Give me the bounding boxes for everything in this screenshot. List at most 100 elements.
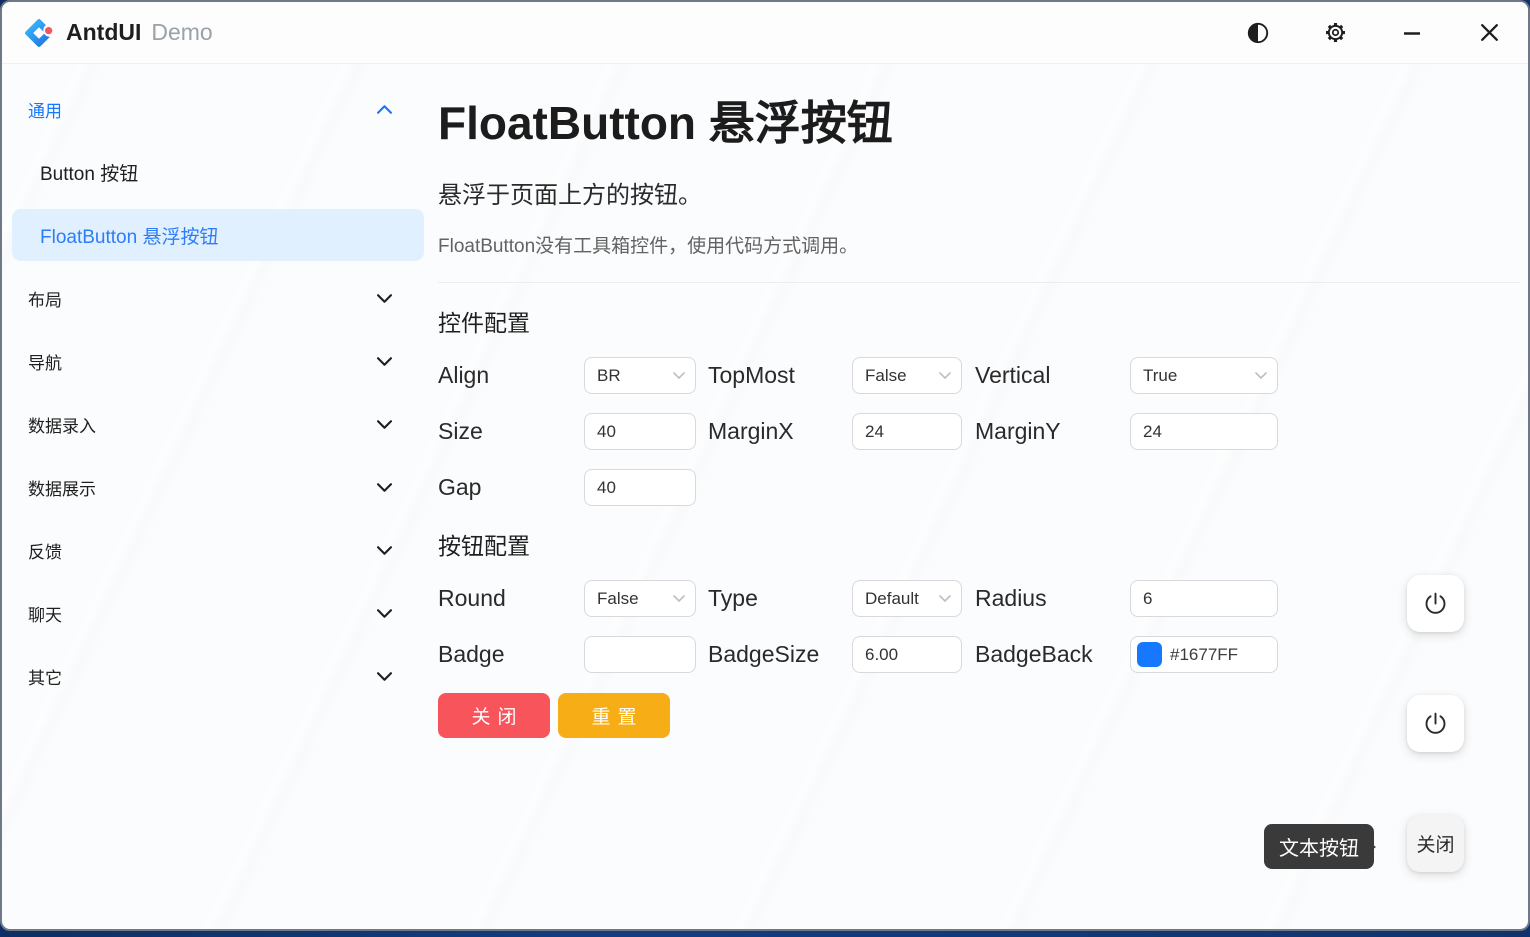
sidebar-group-data-entry[interactable]: 数据录入 [2,393,432,456]
round-select[interactable]: False [584,580,696,617]
chevron-down-icon [673,372,685,379]
page-title: FloatButton 悬浮按钮 [438,87,1528,153]
gap-label: Gap [438,474,584,501]
type-value: Default [865,589,919,609]
align-value: BR [597,366,621,386]
chevron-down-icon [377,672,392,681]
content: FloatButton 悬浮按钮 悬浮于页面上方的按钮。 FloatButton… [432,65,1528,929]
section-button-config: 按钮配置 [438,527,1528,561]
sidebar-group-layout[interactable]: 布局 [2,267,432,330]
page-note: FloatButton没有工具箱控件，使用代码方式调用。 [438,231,1528,258]
badgesize-label: BadgeSize [708,641,852,668]
size-label: Size [438,418,584,445]
sidebar-item-floatbutton[interactable]: FloatButton 悬浮按钮 [12,209,424,261]
chevron-up-icon [377,105,392,114]
chevron-down-icon [377,609,392,618]
type-label: Type [708,585,852,612]
half-circle-theme-icon [1246,21,1270,45]
titlebar-actions [1245,20,1502,46]
divider [438,282,1520,283]
chevron-down-icon [377,294,392,303]
settings-button[interactable] [1322,20,1348,46]
float-button-tooltip: 文本按钮 [1264,824,1374,869]
marginx-label: MarginX [708,418,852,445]
section-widget-config: 控件配置 [438,304,1528,338]
sidebar-group-data-display[interactable]: 数据展示 [2,456,432,519]
size-input[interactable] [584,413,696,450]
form-row: Size MarginX MarginY [438,413,1528,450]
sidebar-group-label: 其它 [28,664,62,689]
titlebar: AntdUI Demo [2,2,1528,64]
chevron-down-icon [377,483,392,492]
power-icon [1422,710,1449,737]
badge-label: Badge [438,641,584,668]
minimize-icon [1401,22,1423,44]
sidebar-group-other[interactable]: 其它 [2,645,432,708]
vertical-label: Vertical [975,362,1130,389]
chevron-down-icon [1255,372,1267,379]
close-button[interactable] [1476,20,1502,46]
sidebar-item-button[interactable]: Button 按钮 [2,141,432,204]
form-row: Gap [438,469,1528,506]
power-icon [1422,590,1449,617]
main-layout: 通用 Button 按钮 FloatButton 悬浮按钮 布局 导航 [2,65,1528,929]
round-label: Round [438,585,584,612]
chevron-down-icon [377,357,392,366]
sidebar-item-label: FloatButton 悬浮按钮 [40,222,218,249]
sidebar-group-navigation[interactable]: 导航 [2,330,432,393]
vertical-select[interactable]: True [1130,357,1278,394]
badge-input[interactable] [584,636,696,673]
align-label: Align [438,362,584,389]
float-power-button-2[interactable] [1407,695,1464,752]
topmost-select[interactable]: False [852,357,962,394]
form-row: Badge BadgeSize BadgeBack #1677FF [438,636,1528,673]
marginy-input[interactable] [1130,413,1278,450]
sidebar: 通用 Button 按钮 FloatButton 悬浮按钮 布局 导航 [2,65,432,929]
gap-input[interactable] [584,469,696,506]
sidebar-group-general[interactable]: 通用 [2,78,432,141]
chevron-down-icon [673,595,685,602]
sidebar-group-label: 导航 [28,349,62,374]
badgeback-field[interactable]: #1677FF [1130,636,1278,673]
antdui-logo-icon [24,18,54,48]
app-window: AntdUI Demo [0,0,1530,931]
float-power-button-1[interactable] [1407,575,1464,632]
app-title: AntdUI [66,19,141,46]
badgeback-label: BadgeBack [975,641,1130,668]
reset-action-button[interactable]: 重置 [558,693,670,738]
sidebar-item-label: Button 按钮 [40,159,138,186]
close-action-button[interactable]: 关闭 [438,693,550,738]
action-buttons: 关闭 重置 [438,693,1528,738]
topmost-value: False [865,366,907,386]
marginy-label: MarginY [975,418,1130,445]
sidebar-group-feedback[interactable]: 反馈 [2,519,432,582]
color-swatch[interactable] [1137,642,1162,667]
float-close-button[interactable]: 关闭 [1407,815,1464,872]
chevron-down-icon [377,546,392,555]
badgeback-value: #1677FF [1170,645,1238,665]
close-icon [1478,21,1501,44]
align-select[interactable]: BR [584,357,696,394]
sidebar-group-chat[interactable]: 聊天 [2,582,432,645]
form-row: Round False Type Default Radius [438,580,1528,617]
round-value: False [597,589,639,609]
chevron-down-icon [377,420,392,429]
form-row: Align BR TopMost False Vertical True [438,357,1528,394]
marginx-input[interactable] [852,413,962,450]
vertical-value: True [1143,366,1177,386]
app-subtitle: Demo [151,19,212,46]
sidebar-group-label: 数据录入 [28,412,96,437]
chevron-down-icon [939,595,951,602]
radius-input[interactable] [1130,580,1278,617]
gear-icon [1323,20,1348,45]
badgesize-input[interactable] [852,636,962,673]
theme-toggle-button[interactable] [1245,20,1271,46]
sidebar-group-label: 布局 [28,286,62,311]
sidebar-group-label: 反馈 [28,538,62,563]
topmost-label: TopMost [708,362,852,389]
type-select[interactable]: Default [852,580,962,617]
minimize-button[interactable] [1399,20,1425,46]
sidebar-group-label: 数据展示 [28,475,96,500]
chevron-down-icon [939,372,951,379]
sidebar-group-label: 通用 [28,97,62,122]
